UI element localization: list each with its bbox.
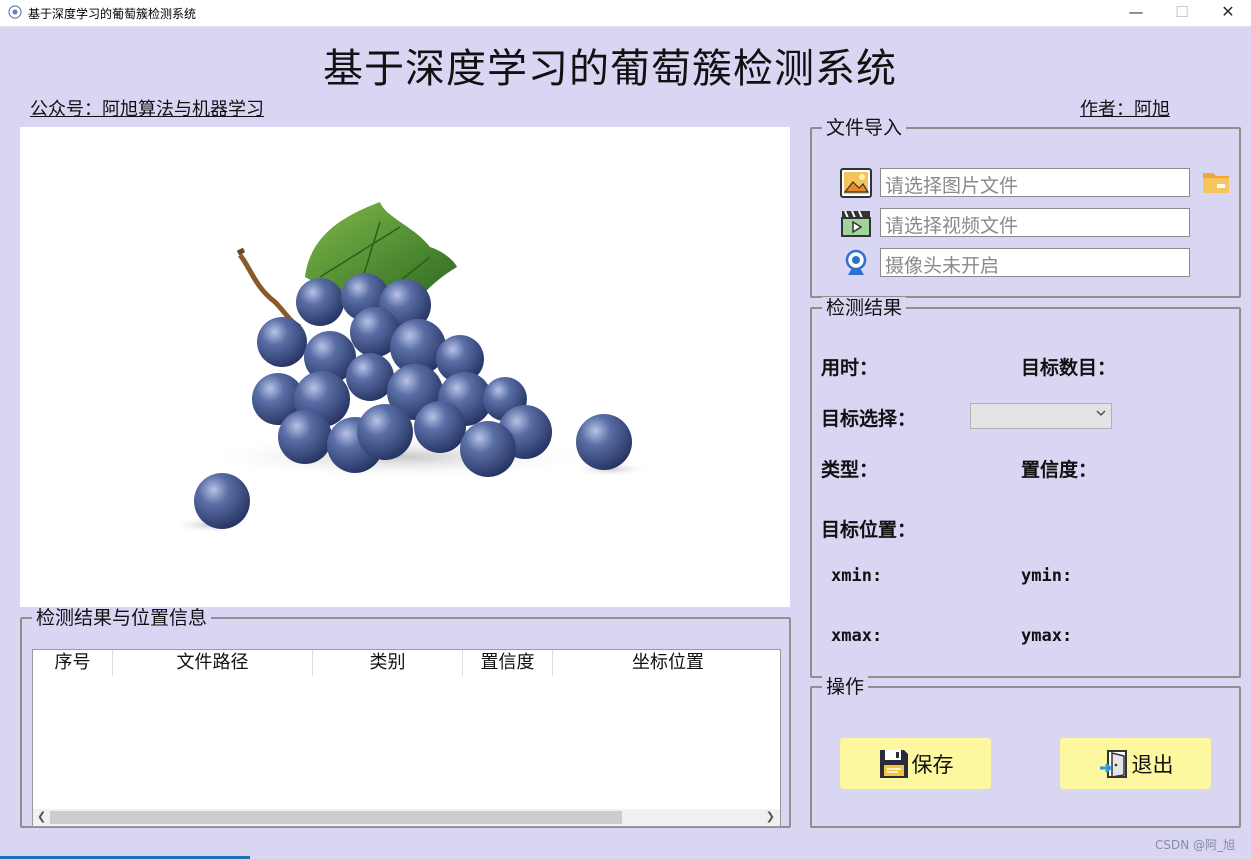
operations-legend: 操作 xyxy=(822,676,869,698)
camera-icon[interactable] xyxy=(840,247,872,279)
grape-image xyxy=(172,202,650,533)
window-title: 基于深度学习的葡萄簇检测系统 xyxy=(28,7,197,21)
column-header-index[interactable]: 序号 xyxy=(33,650,113,676)
scroll-right-icon[interactable]: ❯ xyxy=(766,810,775,823)
target-select-label: 目标选择： xyxy=(821,408,917,430)
folder-icon[interactable] xyxy=(1201,167,1231,197)
file-import-legend: 文件导入 xyxy=(822,117,907,139)
image-display-panel xyxy=(20,127,790,607)
image-file-input[interactable]: 请选择图片文件 xyxy=(880,168,1190,197)
minimize-button[interactable]: — xyxy=(1113,0,1159,26)
save-button[interactable]: 保存 xyxy=(840,738,991,789)
author-label: 作者：阿旭 xyxy=(1080,99,1170,120)
confidence-label: 置信度： xyxy=(1021,459,1098,481)
target-position-label: 目标位置： xyxy=(821,519,917,541)
xmin-label: xmin: xyxy=(831,566,883,586)
column-header-coordinates[interactable]: 坐标位置 xyxy=(553,650,783,676)
public-account-label: 公众号：阿旭算法与机器学习 xyxy=(30,99,264,120)
maximize-button[interactable]: ☐ xyxy=(1159,0,1205,26)
results-table-group: 检测结果与位置信息 序号 文件路径 类别 置信度 坐标位置 ❮ ❯ xyxy=(20,607,791,828)
chevron-down-icon xyxy=(1096,410,1106,416)
column-header-file-path[interactable]: 文件路径 xyxy=(113,650,313,676)
target-select-dropdown[interactable] xyxy=(970,403,1112,429)
type-label: 类型： xyxy=(821,459,879,481)
page-title: 基于深度学习的葡萄簇检测系统 xyxy=(323,46,897,92)
video-file-input[interactable]: 请选择视频文件 xyxy=(880,208,1190,237)
watermark: CSDN @阿_旭 xyxy=(1155,838,1236,852)
table-header: 序号 文件路径 类别 置信度 坐标位置 xyxy=(33,650,780,676)
scroll-left-icon[interactable]: ❮ xyxy=(37,810,46,823)
close-button[interactable]: ✕ xyxy=(1205,0,1251,26)
exit-button[interactable]: 退出 xyxy=(1060,738,1211,789)
results-table-legend: 检测结果与位置信息 xyxy=(32,607,212,629)
results-table[interactable]: 序号 文件路径 类别 置信度 坐标位置 ❮ ❯ xyxy=(32,649,781,827)
xmax-label: xmax: xyxy=(831,626,883,646)
horizontal-scrollbar[interactable]: ❮ ❯ xyxy=(33,809,780,826)
image-file-icon[interactable] xyxy=(840,167,872,199)
save-button-label: 保存 xyxy=(911,752,954,777)
target-count-label: 目标数目： xyxy=(1021,357,1117,379)
ymax-label: ymax: xyxy=(1021,626,1073,646)
video-file-icon[interactable] xyxy=(840,207,872,239)
window-titlebar: 基于深度学习的葡萄簇检测系统 — ☐ ✕ xyxy=(0,0,1251,27)
exit-button-label: 退出 xyxy=(1131,752,1174,777)
ymin-label: ymin: xyxy=(1021,566,1073,586)
time-label: 用时： xyxy=(821,357,879,379)
save-icon xyxy=(879,749,908,778)
app-icon xyxy=(8,5,22,19)
file-import-group: 文件导入 请选择图片文件 请选择视频文件 摄像头未开启 xyxy=(810,117,1241,298)
operations-group: 操作 保存 退出 xyxy=(810,676,1241,828)
scrollbar-thumb[interactable] xyxy=(50,811,622,824)
exit-icon xyxy=(1099,749,1127,778)
column-header-confidence[interactable]: 置信度 xyxy=(463,650,553,676)
column-header-class[interactable]: 类别 xyxy=(313,650,463,676)
detection-results-legend: 检测结果 xyxy=(822,297,907,319)
camera-status-field[interactable]: 摄像头未开启 xyxy=(880,248,1190,277)
detection-results-group: 检测结果 用时： 目标数目： 目标选择： 类型： 置信度： 目标位置： xmin… xyxy=(810,297,1241,678)
